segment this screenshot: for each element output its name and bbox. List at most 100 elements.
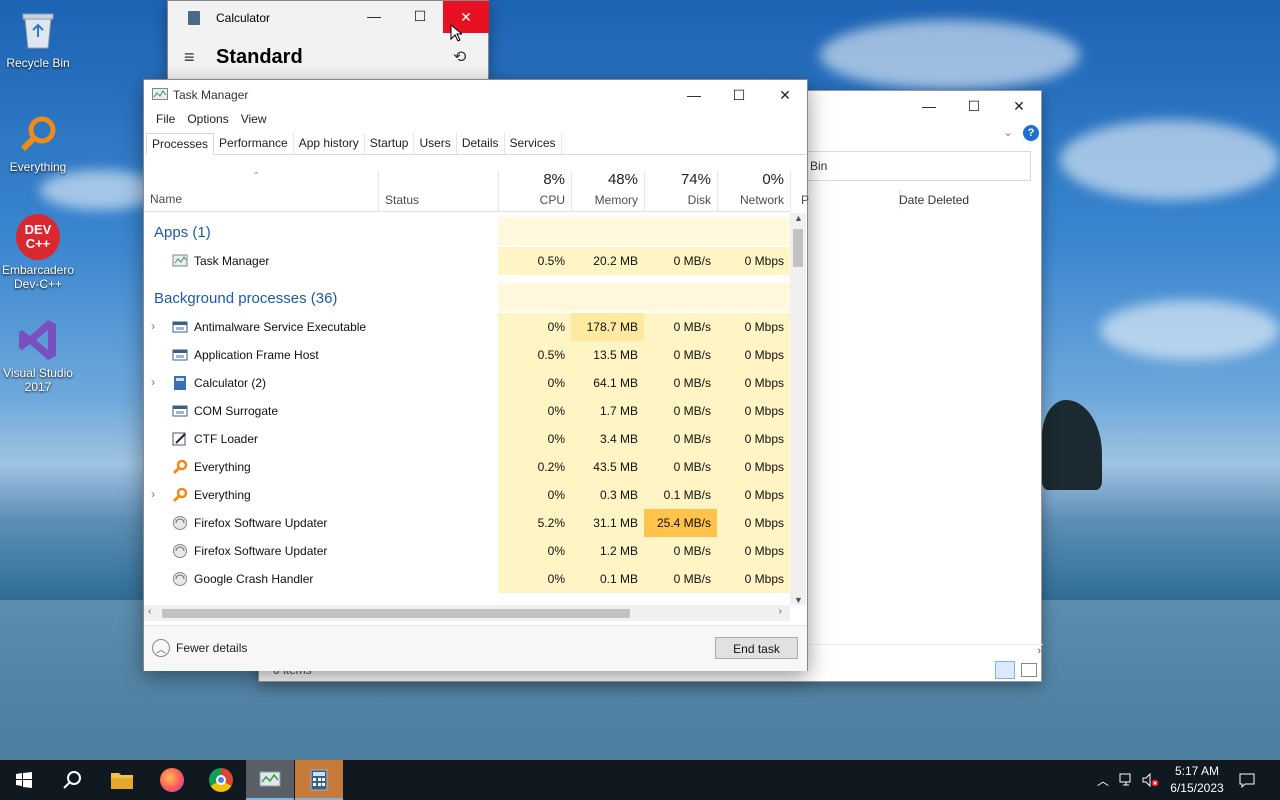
process-name: Calculator (2): [194, 376, 267, 390]
footer: ︿ Fewer details End task: [144, 625, 807, 671]
scroll-up-icon[interactable]: ▲: [794, 213, 803, 223]
network-icon[interactable]: [1116, 760, 1138, 800]
menu-view[interactable]: View: [235, 112, 273, 126]
process-row-partial[interactable]: [144, 593, 790, 605]
end-task-button[interactable]: End task: [715, 637, 798, 659]
process-row[interactable]: Everything 0.2% 43.5 MB 0 MB/s 0 Mbps: [144, 453, 790, 481]
maximize-button[interactable]: ☐: [397, 1, 443, 31]
details-view-icon[interactable]: [995, 661, 1015, 679]
menu-options[interactable]: Options: [181, 112, 234, 126]
tab-details[interactable]: Details: [457, 133, 505, 154]
minimize-button[interactable]: —: [671, 80, 717, 110]
process-icon: [172, 571, 188, 587]
expand-chevron-icon[interactable]: ›: [151, 487, 155, 501]
tab-processes[interactable]: Processes: [146, 133, 215, 155]
column-header-status-label: Status: [385, 193, 420, 207]
maximize-button[interactable]: ☐: [716, 80, 762, 110]
address-bar[interactable]: Bin: [807, 151, 1031, 181]
column-header-date-deleted[interactable]: Date Deleted: [899, 193, 969, 207]
expand-chevron-icon[interactable]: ›: [151, 375, 155, 389]
desktop-icon-devcpp[interactable]: DEV C++ Embarcadero Dev-C++: [0, 214, 76, 291]
desktop-icon-everything[interactable]: Everything: [0, 112, 76, 174]
process-row[interactable]: › Calculator (2) 0% 64.1 MB 0 MB/s 0 Mbps: [144, 369, 790, 397]
scroll-down-icon[interactable]: ▼: [794, 595, 803, 605]
process-row[interactable]: › Everything 0% 0.3 MB 0.1 MB/s 0 Mbps: [144, 481, 790, 509]
process-icon: [172, 543, 188, 559]
taskbar-task-manager[interactable]: [246, 760, 294, 800]
expand-chevron-icon[interactable]: ›: [151, 319, 155, 333]
memory-percent: 48%: [607, 171, 638, 188]
column-header-cpu[interactable]: 8% CPU: [498, 171, 571, 212]
process-row[interactable]: COM Surrogate 0% 1.7 MB 0 MB/s 0 Mbps: [144, 397, 790, 425]
volume-muted-icon[interactable]: [1140, 760, 1162, 800]
process-disk-value: 0 MB/s: [644, 565, 717, 593]
scrollbar-thumb[interactable]: [793, 229, 803, 267]
process-row[interactable]: Task Manager 0.5% 20.2 MB 0 MB/s 0 Mbps: [144, 247, 790, 275]
desktop-icon-visual-studio[interactable]: Visual Studio 2017: [0, 318, 76, 394]
close-button[interactable]: ✕: [762, 80, 808, 110]
process-icon: [172, 375, 188, 391]
hamburger-menu-icon[interactable]: ≡: [184, 47, 195, 68]
process-icon: [172, 431, 188, 447]
help-icon[interactable]: ?: [1023, 125, 1039, 141]
everything-icon: [16, 112, 60, 156]
tab-services[interactable]: Services: [505, 133, 562, 154]
search-button[interactable]: [48, 760, 96, 800]
taskbar-calculator[interactable]: [295, 760, 343, 800]
column-header-network[interactable]: 0% Network: [717, 171, 790, 212]
fewer-details-button[interactable]: ︿ Fewer details: [152, 639, 247, 657]
process-row[interactable]: Firefox Software Updater 0% 1.2 MB 0 MB/s 0 …: [144, 537, 790, 565]
minimize-button[interactable]: —: [906, 91, 952, 121]
process-row[interactable]: CTF Loader 0% 3.4 MB 0 MB/s 0 Mbps: [144, 425, 790, 453]
horizontal-scrollbar[interactable]: ›: [807, 644, 1043, 660]
scroll-left-icon[interactable]: ‹: [148, 606, 151, 617]
heat-cell: [498, 217, 571, 245]
horizontal-scrollbar[interactable]: ‹ ›: [144, 605, 790, 621]
tab-performance[interactable]: Performance: [214, 133, 294, 154]
process-cpu-value: 0%: [498, 397, 571, 425]
process-memory-value: 31.1 MB: [571, 509, 644, 537]
process-icon: [172, 347, 188, 363]
process-row[interactable]: Google Crash Handler 0% 0.1 MB 0 MB/s 0 Mbps: [144, 565, 790, 593]
column-header-memory[interactable]: 48% Memory: [571, 171, 644, 212]
process-row[interactable]: Application Frame Host 0.5% 13.5 MB 0 MB/s 0…: [144, 341, 790, 369]
large-icons-view-icon[interactable]: [1021, 663, 1037, 677]
column-header-disk[interactable]: 74% Disk: [644, 171, 717, 212]
taskbar-firefox[interactable]: [148, 760, 196, 800]
scroll-right-icon[interactable]: ›: [779, 606, 782, 617]
column-header-power[interactable]: P: [790, 171, 809, 212]
column-header-name[interactable]: Name: [150, 192, 182, 206]
action-center-icon[interactable]: [1236, 760, 1258, 800]
column-header-status[interactable]: Status: [378, 171, 498, 212]
tab-app-history[interactable]: App history: [294, 133, 365, 154]
system-clock[interactable]: 5:17 AM 6/15/2023: [1160, 763, 1234, 797]
chevron-right-icon[interactable]: ›: [1037, 645, 1041, 657]
desktop-icon-recycle-bin[interactable]: Recycle Bin: [0, 8, 76, 70]
vertical-scrollbar[interactable]: ▲ ▼: [790, 213, 806, 605]
menu-file[interactable]: File: [150, 112, 181, 126]
maximize-button[interactable]: ☐: [951, 91, 997, 121]
minimize-button[interactable]: —: [351, 1, 397, 31]
history-icon[interactable]: ⟲: [453, 47, 466, 67]
tab-startup[interactable]: Startup: [365, 133, 415, 154]
show-hidden-icons-chevron-icon[interactable]: ︿: [1094, 760, 1112, 800]
taskbar-chrome[interactable]: [197, 760, 245, 800]
firefox-icon: [160, 768, 184, 792]
clock-time: 5:17 AM: [1174, 764, 1220, 778]
column-header-row: ⌃ Name Status 8% CPU 48% Memory 74% Disk…: [144, 171, 809, 212]
wallpaper-cloud: [820, 20, 1080, 90]
group-header-row[interactable]: Background processes (36): [144, 283, 790, 311]
start-button[interactable]: [0, 760, 48, 800]
process-row[interactable]: › Antimalware Service Executable 0% 178.7 M…: [144, 313, 790, 341]
tab-users[interactable]: Users: [414, 133, 457, 154]
fewer-details-label: Fewer details: [176, 641, 248, 655]
group-header-row[interactable]: Apps (1): [144, 217, 790, 245]
title-bar[interactable]: Task Manager — ☐ ✕: [144, 80, 807, 110]
process-row[interactable]: Firefox Software Updater 5.2% 31.1 MB 25.4 …: [144, 509, 790, 537]
calculator-window[interactable]: Calculator — ☐ ✕ ≡ Standard ⟲: [167, 0, 489, 80]
close-button[interactable]: ✕: [996, 91, 1042, 121]
chevron-down-icon[interactable]: ⌄: [1003, 125, 1013, 139]
taskbar-file-explorer[interactable]: [98, 760, 146, 800]
scrollbar-thumb[interactable]: [162, 609, 630, 618]
task-manager-window[interactable]: Task Manager — ☐ ✕ File Options View Pro…: [143, 79, 809, 671]
